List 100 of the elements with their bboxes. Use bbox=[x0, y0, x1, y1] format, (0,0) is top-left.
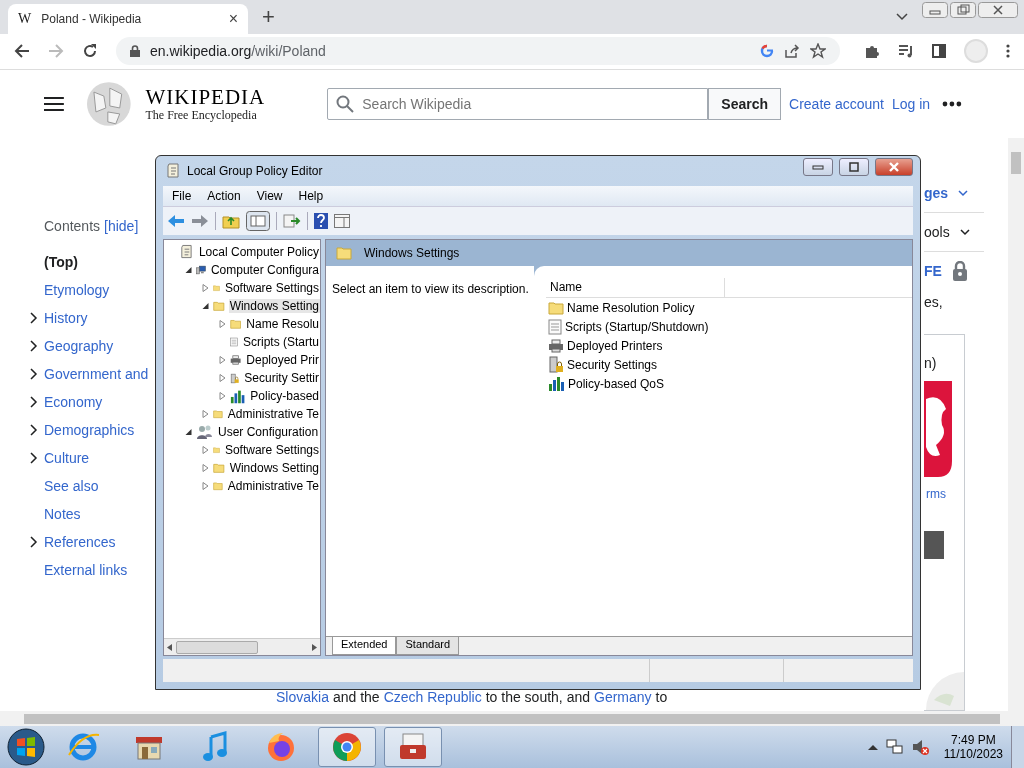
chevron-right-icon[interactable] bbox=[30, 396, 38, 408]
list-item[interactable]: Name Resolution Policy bbox=[567, 300, 695, 315]
toc-link[interactable]: Geography bbox=[44, 338, 114, 354]
chevron-right-icon[interactable] bbox=[30, 536, 38, 548]
arms-link[interactable]: rms bbox=[926, 487, 946, 501]
tree-item[interactable]: Local Computer Policy bbox=[197, 245, 320, 259]
tree-item[interactable]: Windows Setting bbox=[228, 299, 320, 313]
network-icon[interactable] bbox=[885, 738, 904, 756]
forward-arrow-icon[interactable] bbox=[191, 214, 209, 228]
tree-item[interactable]: Scripts (Startu bbox=[241, 335, 320, 349]
chevron-right-icon[interactable] bbox=[30, 452, 38, 464]
expanded-arrow-icon[interactable] bbox=[202, 303, 209, 309]
collapsed-arrow-icon[interactable] bbox=[219, 374, 226, 382]
collapsed-arrow-icon[interactable] bbox=[202, 464, 209, 472]
search-button[interactable]: Search bbox=[708, 88, 782, 120]
chevron-right-icon[interactable] bbox=[30, 312, 38, 324]
help-icon[interactable] bbox=[314, 213, 328, 229]
tools-fragment[interactable]: ools bbox=[924, 224, 950, 240]
puzzle-icon[interactable] bbox=[864, 43, 880, 60]
menu-icon[interactable] bbox=[44, 96, 64, 112]
toc-link[interactable]: (Top) bbox=[44, 254, 78, 270]
tree-item[interactable]: Computer Configura bbox=[209, 263, 320, 277]
back-arrow-icon[interactable] bbox=[167, 214, 185, 228]
chrome-icon[interactable] bbox=[331, 731, 363, 763]
tree-item[interactable]: Name Resolu bbox=[245, 317, 320, 331]
collapsed-arrow-icon[interactable] bbox=[202, 482, 209, 490]
toc-link[interactable]: See also bbox=[44, 478, 99, 494]
tree-item[interactable]: User Configuration bbox=[217, 425, 320, 439]
more-options-icon[interactable] bbox=[942, 101, 962, 107]
column-header[interactable]: Name bbox=[546, 278, 725, 297]
menu-item[interactable]: File bbox=[172, 189, 192, 203]
vertical-scrollbar[interactable] bbox=[1008, 138, 1024, 711]
share-icon[interactable] bbox=[784, 44, 800, 59]
up-folder-icon[interactable] bbox=[222, 213, 240, 229]
close-icon[interactable] bbox=[888, 162, 900, 172]
list-item[interactable]: Deployed Printers bbox=[567, 338, 663, 353]
speaker-muted-icon[interactable] bbox=[911, 738, 930, 756]
article-link[interactable]: Czech Republic bbox=[383, 689, 482, 705]
action-pane-icon[interactable] bbox=[334, 214, 350, 228]
view-tab[interactable]: Standard bbox=[396, 637, 460, 655]
menu-item[interactable]: Help bbox=[298, 189, 324, 203]
tree-item[interactable]: Administrative Te bbox=[226, 407, 320, 421]
fox-globe-icon[interactable] bbox=[265, 731, 297, 763]
restore-button[interactable] bbox=[950, 2, 976, 18]
close-tab-button[interactable]: × bbox=[228, 9, 238, 28]
chevron-down-icon[interactable] bbox=[959, 228, 970, 236]
tree-scrollbar[interactable] bbox=[164, 638, 320, 655]
browser-tab[interactable]: W Poland - Wikipedia × bbox=[8, 3, 248, 34]
browser-e-icon[interactable] bbox=[66, 731, 100, 763]
protection-fragment[interactable]: FE bbox=[924, 263, 942, 279]
toc-link[interactable]: Culture bbox=[44, 450, 90, 466]
show-hidden-icons[interactable] bbox=[867, 744, 878, 750]
address-bar[interactable]: en.wikipedia.org/wiki/Poland bbox=[116, 37, 840, 66]
close-button[interactable] bbox=[978, 2, 1018, 18]
menu-item[interactable]: View bbox=[256, 189, 283, 203]
taskbar-app[interactable] bbox=[318, 727, 376, 767]
tree-item[interactable]: Software Settings bbox=[223, 443, 320, 457]
tree-pane-icon[interactable] bbox=[246, 211, 270, 231]
side-panel-icon[interactable] bbox=[932, 44, 946, 59]
tree-item[interactable]: Policy-based bbox=[249, 389, 320, 403]
clock-time[interactable]: 7:49 PM bbox=[951, 733, 996, 747]
media-queue-icon[interactable] bbox=[898, 44, 914, 59]
tree-item[interactable]: Windows Setting bbox=[228, 461, 320, 475]
start-button[interactable] bbox=[6, 727, 46, 767]
close-button[interactable] bbox=[875, 158, 913, 176]
article-link[interactable]: Germany bbox=[594, 689, 652, 705]
toc-link[interactable]: Economy bbox=[44, 394, 103, 410]
google-icon[interactable] bbox=[760, 44, 774, 59]
toc-link[interactable]: References bbox=[44, 534, 116, 550]
scroll-right-icon[interactable] bbox=[312, 643, 317, 651]
padlock-icon[interactable] bbox=[951, 261, 968, 281]
collapsed-arrow-icon[interactable] bbox=[219, 392, 226, 400]
clock-date[interactable]: 11/10/2023 bbox=[943, 747, 1003, 761]
expanded-arrow-icon[interactable] bbox=[185, 267, 192, 273]
wikipedia-wordmark[interactable]: WIKIPEDIA bbox=[145, 85, 266, 108]
tree-item[interactable]: Deployed Prir bbox=[245, 353, 320, 367]
new-tab-button[interactable]: + bbox=[262, 3, 275, 30]
tree-item[interactable]: Software Settings bbox=[223, 281, 320, 295]
more-menu-icon[interactable] bbox=[1006, 44, 1010, 59]
collapsed-arrow-icon[interactable] bbox=[202, 410, 209, 418]
star-icon[interactable] bbox=[810, 43, 826, 60]
hide-link[interactable]: [hide] bbox=[104, 218, 139, 248]
collapsed-arrow-icon[interactable] bbox=[202, 446, 209, 454]
search-field[interactable]: Search Wikipedia bbox=[327, 88, 709, 120]
chevron-right-icon[interactable] bbox=[30, 340, 38, 352]
export-list-icon[interactable] bbox=[283, 213, 301, 229]
chevron-down-icon[interactable] bbox=[896, 12, 908, 21]
collapsed-arrow-icon[interactable] bbox=[219, 356, 226, 364]
minimize-icon[interactable] bbox=[812, 164, 824, 170]
expanded-arrow-icon[interactable] bbox=[185, 429, 192, 435]
header-link[interactable]: Create account bbox=[789, 96, 884, 112]
horizontal-scrollbar[interactable] bbox=[0, 711, 1024, 726]
collapsed-arrow-icon[interactable] bbox=[202, 284, 209, 292]
list-item[interactable]: Security Settings bbox=[567, 357, 658, 372]
maximize-icon[interactable] bbox=[848, 162, 860, 172]
toc-link[interactable]: Etymology bbox=[44, 282, 110, 298]
taskbar-app[interactable] bbox=[384, 727, 442, 767]
toc-link[interactable]: Government and bbox=[44, 366, 149, 382]
view-tab[interactable]: Extended bbox=[332, 637, 397, 655]
list-item[interactable]: Scripts (Startup/Shutdown) bbox=[565, 319, 709, 334]
